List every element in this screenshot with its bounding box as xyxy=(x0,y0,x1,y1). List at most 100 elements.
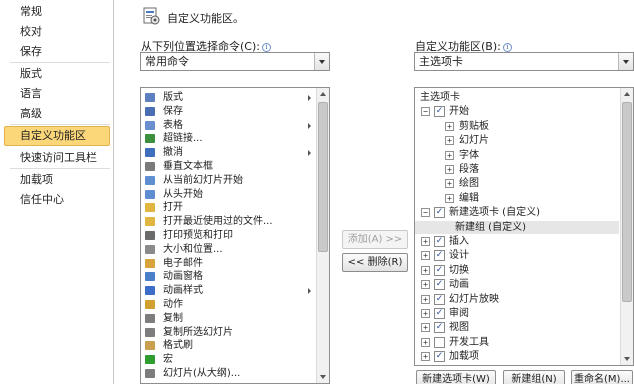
tab-checkbox[interactable]: ✓ xyxy=(434,308,445,319)
expand-icon[interactable]: + xyxy=(445,179,454,189)
tree-node[interactable]: + ✓ 幻灯片放映 xyxy=(415,293,619,306)
expand-icon[interactable]: + xyxy=(445,121,454,131)
tree-scrollbar[interactable] xyxy=(620,88,633,365)
tree-node[interactable]: + 字体 xyxy=(415,149,619,162)
tab-checkbox[interactable]: ✓ xyxy=(434,250,445,262)
tree-node[interactable]: + 段落 xyxy=(415,163,619,176)
tab-checkbox[interactable]: ✓ xyxy=(434,322,445,334)
command-item[interactable]: 动画窗格 xyxy=(141,270,329,283)
nav-item[interactable]: 快速访问工具栏 xyxy=(4,148,110,168)
nav-item[interactable]: 自定义功能区 xyxy=(4,126,110,146)
tree-node[interactable]: + ✓ 加载项 xyxy=(415,350,619,363)
slides-from-outline-icon xyxy=(145,369,155,378)
command-item[interactable]: 打印预览和打印 xyxy=(141,229,329,242)
tab-checkbox[interactable]: ✓ xyxy=(434,106,445,118)
tree-node[interactable]: − ✓ 新建选项卡 (自定义) xyxy=(415,206,619,219)
scroll-thumb[interactable] xyxy=(622,102,632,302)
scroll-down-icon[interactable] xyxy=(317,370,329,383)
tree-node[interactable]: − ✓ 开始 xyxy=(415,105,619,118)
expand-icon[interactable]: + xyxy=(445,136,454,146)
tree-node[interactable]: + 开发工具 xyxy=(415,336,619,349)
command-item[interactable]: 格式刷 xyxy=(141,339,329,352)
expand-icon[interactable]: + xyxy=(421,337,430,347)
tab-checkbox[interactable]: ✓ xyxy=(434,207,445,219)
command-item[interactable]: 宏 xyxy=(141,353,329,366)
tree-node[interactable]: 新建组 (自定义) xyxy=(415,220,619,234)
expand-icon[interactable]: + xyxy=(445,193,454,203)
expand-icon[interactable]: + xyxy=(421,251,430,261)
collapse-icon[interactable]: − xyxy=(421,208,430,218)
tree-node[interactable]: + ✓ 审阅 xyxy=(415,307,619,320)
tab-checkbox[interactable]: ✓ xyxy=(434,279,445,291)
ribbon-tabs-tree[interactable]: 主选项卡 − ✓ 开始 + 剪贴板 + 幻灯片 + 字体 + 段落 + 绘图 + 编辑 − ✓ 新建选项卡 (自定义… xyxy=(414,87,634,366)
tree-node[interactable]: + ✓ 动画 xyxy=(415,278,619,291)
nav-item[interactable]: 语言 xyxy=(4,84,110,104)
tree-node[interactable]: + 剪贴板 xyxy=(415,120,619,133)
command-item[interactable]: 垂直文本框 xyxy=(141,160,329,173)
command-item[interactable]: 超链接... xyxy=(141,132,329,145)
nav-item[interactable]: 保存 xyxy=(4,42,110,62)
expand-icon[interactable]: + xyxy=(421,237,430,246)
command-item[interactable]: 撤消 xyxy=(141,146,329,159)
scroll-down-icon[interactable] xyxy=(621,352,633,365)
command-item[interactable]: 从当前幻灯片开始 xyxy=(141,174,329,187)
nav-item[interactable]: 加载项 xyxy=(4,170,110,190)
rename-button[interactable]: 重命名(M)... xyxy=(571,370,633,384)
add-button[interactable]: 添加(A) >> xyxy=(342,230,408,249)
tree-node[interactable]: + ✓ 视图 xyxy=(415,321,619,334)
commands-scrollbar[interactable] xyxy=(316,88,329,383)
tree-node[interactable]: 主选项卡 xyxy=(415,91,619,104)
command-item[interactable]: 动画样式 xyxy=(141,284,329,297)
nav-item[interactable]: 常规 xyxy=(4,2,110,22)
tree-node[interactable]: + ✓ 设计 xyxy=(415,249,619,262)
customize-ribbon-combo[interactable]: 主选项卡 xyxy=(414,52,634,71)
command-item[interactable]: 动作 xyxy=(141,298,329,311)
tab-checkbox[interactable]: ✓ xyxy=(434,236,445,247)
nav-item[interactable]: 校对 xyxy=(4,22,110,42)
command-item[interactable]: 打开最近使用过的文件... xyxy=(141,215,329,228)
scroll-up-icon[interactable] xyxy=(317,88,329,101)
scroll-up-icon[interactable] xyxy=(621,88,633,101)
scroll-thumb[interactable] xyxy=(318,102,328,252)
command-item[interactable]: 打开 xyxy=(141,201,329,214)
command-item[interactable]: 大小和位置... xyxy=(141,243,329,256)
expand-icon[interactable]: + xyxy=(421,309,430,318)
expand-icon[interactable]: + xyxy=(421,265,430,275)
collapse-icon[interactable]: − xyxy=(421,107,430,117)
command-item[interactable]: 复制所选幻灯片 xyxy=(141,326,329,339)
tab-checkbox[interactable]: ✓ xyxy=(434,293,445,305)
expand-icon[interactable]: + xyxy=(421,294,430,304)
command-item[interactable]: 幻灯片(从大纲)... xyxy=(141,367,329,380)
nav-item[interactable]: 版式 xyxy=(4,64,110,84)
expand-icon[interactable]: + xyxy=(445,165,454,174)
tree-node-label: 视图 xyxy=(449,322,469,334)
expand-icon[interactable]: + xyxy=(421,352,430,362)
command-item[interactable]: 表格 xyxy=(141,119,329,132)
command-item[interactable]: 复制 xyxy=(141,312,329,325)
tree-node[interactable]: + 编辑 xyxy=(415,192,619,205)
nav-item[interactable]: 信任中心 xyxy=(4,190,110,210)
expand-icon[interactable]: + xyxy=(445,150,454,160)
tab-checkbox[interactable]: ✓ xyxy=(434,351,445,363)
chevron-down-icon[interactable] xyxy=(618,53,633,70)
remove-button[interactable]: << 删除(R) xyxy=(342,253,408,272)
command-item[interactable]: 电子邮件 xyxy=(141,257,329,270)
commands-list[interactable]: 版式 保存 表格 超链接... 撤消 垂直文本框 从当前幻灯片开始 从头开始 打开 打开最近使用过… xyxy=(140,87,330,384)
chevron-down-icon[interactable] xyxy=(314,53,329,70)
tree-node[interactable]: + 幻灯片 xyxy=(415,134,619,147)
command-item[interactable]: 从头开始 xyxy=(141,188,329,201)
tab-checkbox[interactable]: ✓ xyxy=(434,264,445,276)
command-item[interactable]: 保存 xyxy=(141,105,329,118)
command-item[interactable]: 版式 xyxy=(141,91,329,104)
new-tab-button[interactable]: 新建选项卡(W) xyxy=(416,370,496,384)
new-group-button[interactable]: 新建组(N) xyxy=(503,370,565,384)
nav-item[interactable]: 高级 xyxy=(4,104,110,124)
tree-node-label: 新建选项卡 (自定义) xyxy=(449,207,540,219)
tree-node[interactable]: + ✓ 插入 xyxy=(415,235,619,248)
tab-checkbox[interactable] xyxy=(434,336,445,348)
choose-commands-combo[interactable]: 常用命令 xyxy=(140,52,330,71)
tree-node[interactable]: + 绘图 xyxy=(415,177,619,190)
tree-node[interactable]: + ✓ 切换 xyxy=(415,264,619,277)
expand-icon[interactable]: + xyxy=(421,323,430,333)
expand-icon[interactable]: + xyxy=(421,280,430,290)
